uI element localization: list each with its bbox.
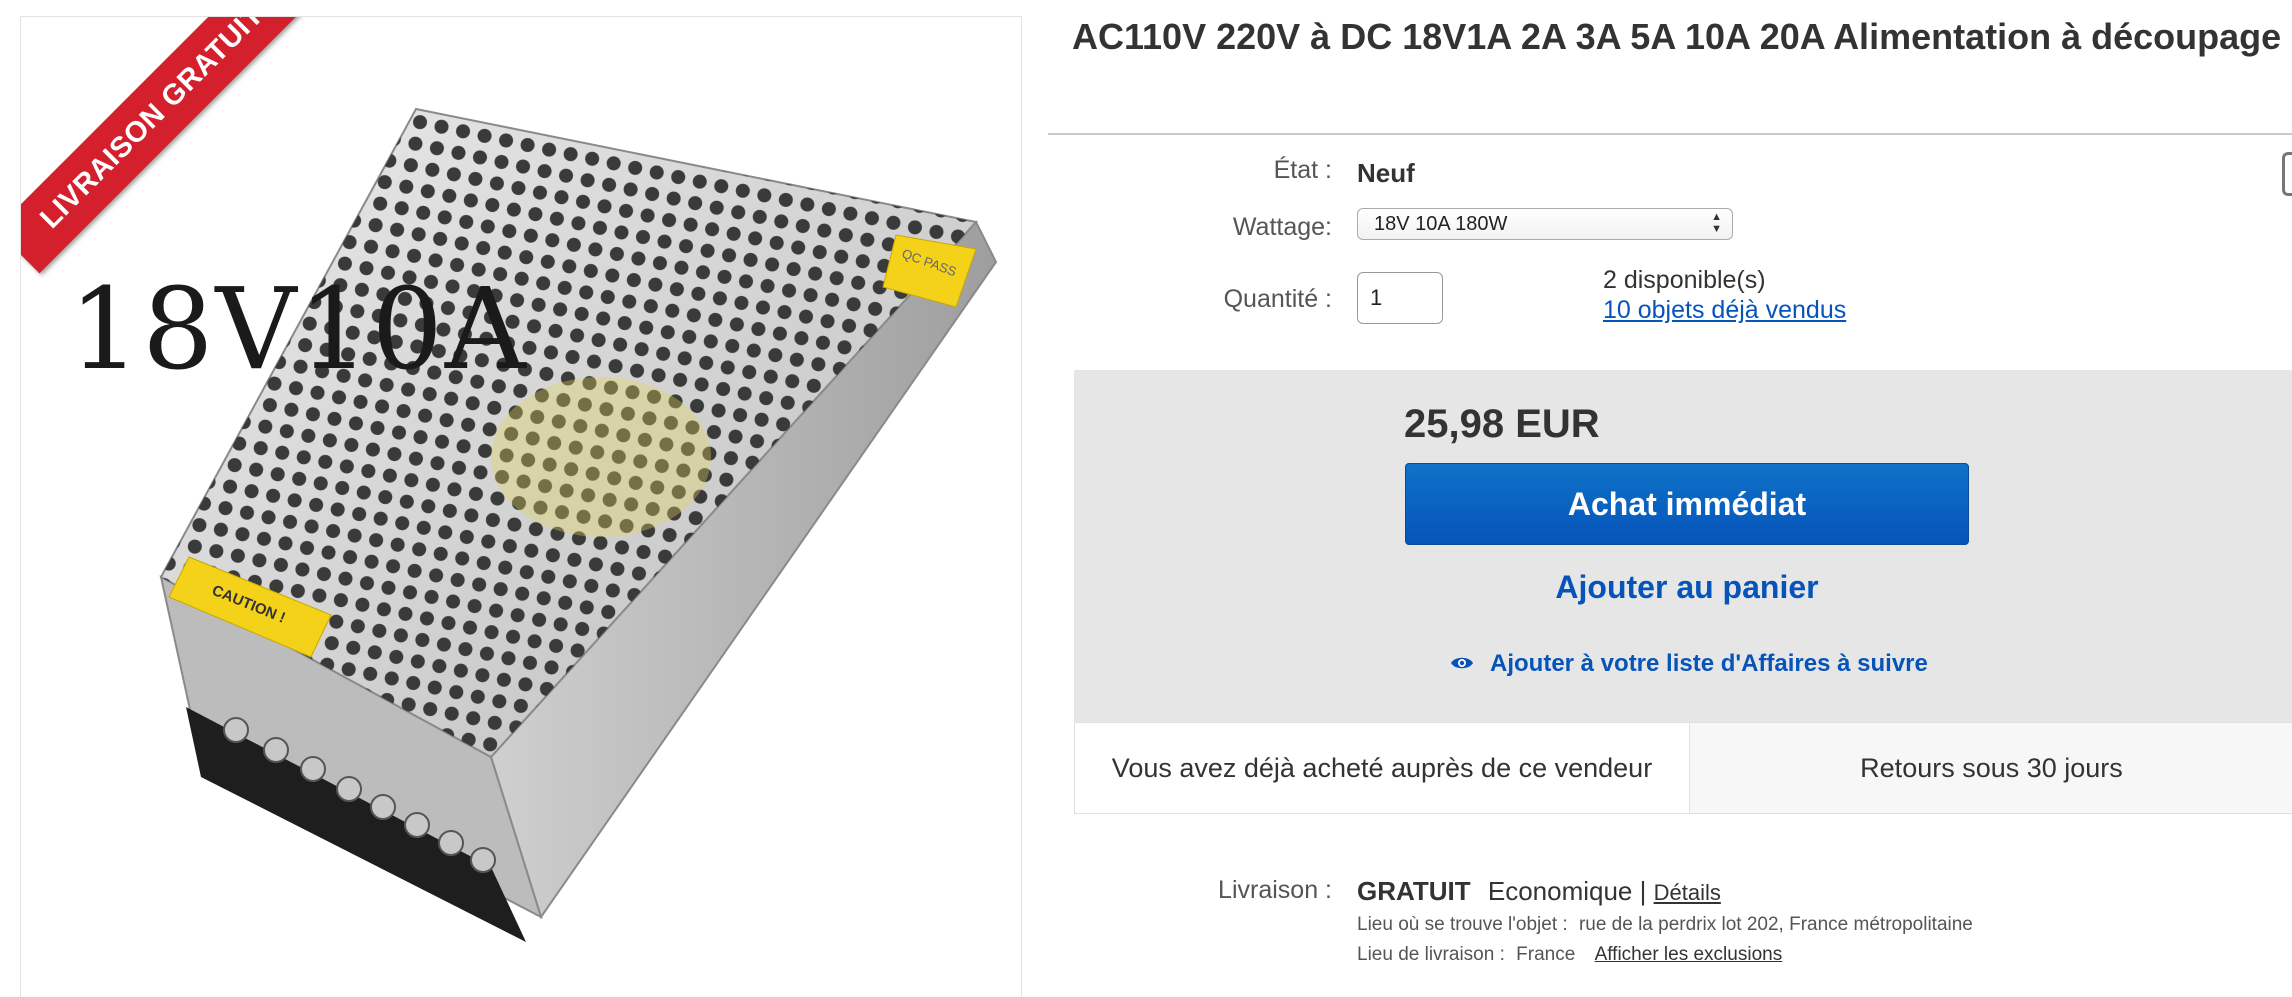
select-arrows-icon: ▲ ▼ (1711, 211, 1722, 235)
wattage-label: Wattage: (1232, 213, 1332, 241)
shipping-details-link[interactable]: Détails (1654, 880, 1721, 905)
previous-purchase-notice: Vous avez déjà acheté auprès de ce vende… (1111, 753, 1653, 783)
delivery-location: Lieu de livraison : France Afficher les … (1357, 944, 1782, 966)
shipping-method: Economique | (1487, 876, 1647, 906)
eye-icon (1451, 657, 1473, 668)
item-location-label: Lieu où se trouve l'objet : (1357, 914, 1568, 935)
quantity-input[interactable] (1357, 272, 1443, 324)
add-to-watchlist-link[interactable]: Ajouter à votre liste d'Affaires à suivr… (1450, 650, 1928, 678)
item-location: Lieu où se trouve l'objet : rue de la pe… (1357, 914, 1973, 936)
wattage-selected-value: 18V 10A 180W (1374, 213, 1508, 235)
watchlist-label: Ajouter à votre liste d'Affaires à suivr… (1490, 650, 1928, 677)
seller-info-cells: Vous avez déjà acheté auprès de ce vende… (1074, 722, 2292, 814)
shipping-summary: GRATUIT Economique | Détails (1357, 876, 1721, 907)
returns-policy[interactable]: Retours sous 30 jours (1690, 723, 2292, 813)
listing-title: AC110V 220V à DC 18V1A 2A 3A 5A 10A 20A … (1072, 16, 2282, 57)
buy-now-button[interactable]: Achat immédiat (1405, 463, 1969, 545)
item-location-value: rue de la perdrix lot 202, France métrop… (1578, 914, 1973, 935)
available-count: 2 disponible(s) (1603, 266, 1766, 294)
free-shipping-ribbon-text: LIVRAISON GRATUITE (21, 17, 321, 274)
show-exclusions-link[interactable]: Afficher les exclusions (1595, 944, 1783, 965)
delivery-location-label: Lieu de livraison : (1357, 944, 1505, 965)
product-image-panel[interactable]: CAUTION ! QC PASS 18V10A LIVRAISON GRATU… (20, 16, 1022, 997)
condition-label: État : (1273, 156, 1332, 184)
sold-items-link[interactable]: 10 objets déjà vendus (1603, 296, 1846, 325)
shipping-label: Livraison : (1218, 876, 1332, 904)
price: 25,98 EUR (1404, 402, 1600, 446)
side-panel-icon[interactable] (2282, 152, 2292, 196)
add-to-cart-button[interactable]: Ajouter au panier (1405, 562, 1969, 612)
condition-value: Neuf (1357, 158, 1415, 188)
wattage-select[interactable]: 18V 10A 180W ▲ ▼ (1357, 208, 1733, 240)
title-divider (1048, 133, 2292, 135)
quantity-label: Quantité : (1223, 285, 1332, 313)
delivery-location-value: France (1516, 944, 1576, 965)
shipping-free: GRATUIT (1357, 876, 1471, 906)
free-shipping-ribbon: LIVRAISON GRATUITE (21, 17, 321, 317)
